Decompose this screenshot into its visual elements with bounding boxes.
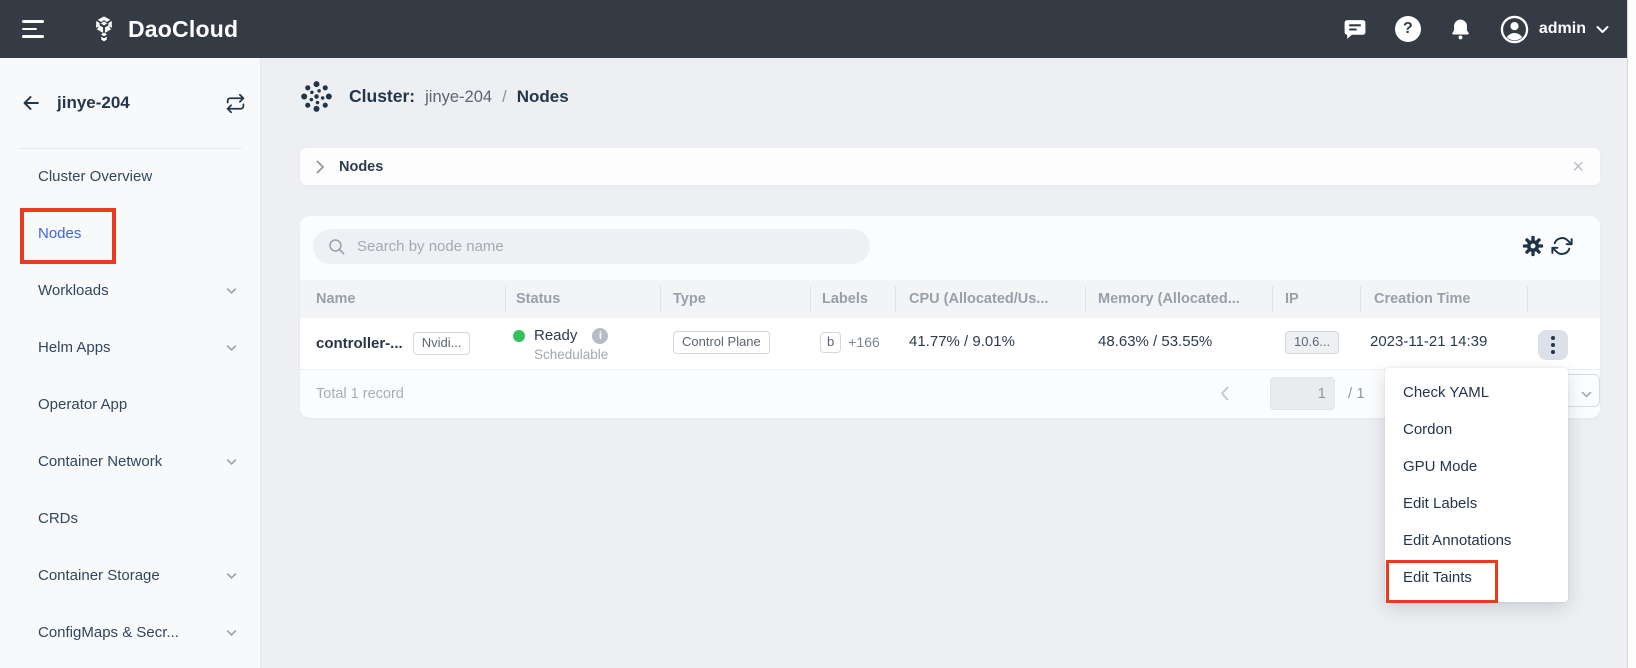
back-arrow-icon[interactable] [20, 92, 42, 114]
sidebar-item-helm-apps[interactable]: Helm Apps [0, 319, 260, 376]
brand[interactable]: DaoCloud [90, 15, 238, 43]
column-header-type[interactable]: Type [673, 280, 706, 318]
search-bar [313, 229, 870, 264]
menu-item-edit-taints[interactable]: Edit Taints [1385, 559, 1568, 596]
menu-item-check-yaml[interactable]: Check YAML [1385, 374, 1568, 411]
column-header-creation-time[interactable]: Creation Time [1374, 280, 1470, 318]
column-header-name[interactable]: Name [316, 280, 356, 318]
sidebar-item-cluster-overview[interactable]: Cluster Overview [0, 148, 260, 205]
username: admin [1539, 20, 1586, 38]
cluster-name: jinye-204 [57, 93, 210, 113]
user-menu[interactable]: admin [1500, 15, 1609, 44]
menu-item-gpu-mode[interactable]: GPU Mode [1385, 448, 1568, 485]
info-icon[interactable]: i [592, 328, 608, 344]
chevron-down-icon [225, 569, 238, 582]
row-actions-menu: Check YAML Cordon GPU Mode Edit Labels E… [1385, 368, 1568, 602]
chevron-down-icon [225, 455, 238, 468]
node-type-tag: Control Plane [673, 331, 770, 354]
table-header: Name Status Type Labels CPU (Allocated/U… [300, 280, 1600, 318]
column-header-ip[interactable]: IP [1285, 280, 1299, 318]
settings-gear-icon[interactable] [1521, 234, 1545, 258]
nodes-collapse-bar[interactable]: Nodes × [300, 148, 1600, 185]
menu-item-cordon[interactable]: Cordon [1385, 411, 1568, 448]
previous-page-icon[interactable] [1220, 386, 1229, 401]
column-header-memory[interactable]: Memory (Allocated... [1098, 280, 1240, 318]
total-records-text: Total 1 record [316, 370, 404, 418]
sidebar-item-crds[interactable]: CRDs [0, 490, 260, 547]
topbar-right: ? admin [1342, 15, 1627, 44]
scrollbar[interactable] [1627, 0, 1636, 668]
avatar-icon [1500, 15, 1529, 44]
column-header-status[interactable]: Status [516, 280, 560, 318]
help-icon[interactable]: ? [1395, 16, 1421, 42]
breadcrumb-current-page: Nodes [517, 87, 569, 107]
sidebar-menu: Cluster Overview Nodes Workloads Helm Ap… [0, 148, 260, 661]
breadcrumb-separator: / [502, 88, 507, 107]
sidebar-item-container-storage[interactable]: Container Storage [0, 547, 260, 604]
sidebar-item-workloads[interactable]: Workloads [0, 262, 260, 319]
chevron-down-icon [1596, 25, 1609, 34]
label-tag: b [820, 332, 841, 353]
chevron-right-icon [316, 160, 325, 174]
brand-name: DaoCloud [128, 16, 238, 43]
topbar: DaoCloud ? [0, 0, 1627, 58]
node-name[interactable]: controller-... [316, 335, 403, 352]
switch-cluster-icon[interactable] [225, 93, 246, 114]
node-ip-tag: 10.6... [1285, 331, 1339, 354]
menu-icon[interactable] [22, 20, 46, 38]
chevron-down-icon [225, 626, 238, 639]
breadcrumb: Cluster: jinye-204 / Nodes [349, 86, 569, 107]
node-memory-cell: 48.63% / 53.55% [1098, 333, 1212, 350]
status-green-dot-icon [513, 330, 525, 342]
chevron-down-icon [225, 284, 238, 297]
notifications-bell-icon[interactable] [1448, 17, 1473, 42]
node-name-cell: controller-... Nvidi... [316, 332, 470, 355]
sidebar-item-operator-app[interactable]: Operator App [0, 376, 260, 433]
schedulable-text: Schedulable [534, 347, 608, 362]
node-creation-time-cell: 2023-11-21 14:39 [1370, 333, 1487, 350]
sidebar-header: jinye-204 [20, 92, 246, 114]
search-icon [327, 237, 346, 256]
sidebar-item-nodes[interactable]: Nodes [0, 205, 260, 262]
daocloud-logo-icon [90, 15, 118, 43]
close-icon[interactable]: × [1572, 157, 1584, 177]
node-type-cell: Control Plane [673, 331, 770, 354]
row-actions-kebab-icon[interactable] [1538, 330, 1568, 360]
chevron-down-icon [225, 341, 238, 354]
cluster-dots-icon [298, 78, 335, 115]
page-header: Cluster: jinye-204 / Nodes [298, 78, 569, 115]
node-name-tag: Nvidi... [413, 332, 471, 355]
sidebar-item-configmaps-secrets[interactable]: ConfigMaps & Secr... [0, 604, 260, 661]
search-input[interactable] [355, 237, 856, 256]
chevron-down-icon [1581, 386, 1592, 404]
labels-more-count[interactable]: +166 [848, 334, 880, 350]
menu-item-edit-annotations[interactable]: Edit Annotations [1385, 522, 1568, 559]
page-number-input[interactable] [1270, 377, 1335, 410]
node-status-cell: Ready i Schedulable [513, 327, 608, 362]
menu-item-edit-labels[interactable]: Edit Labels [1385, 485, 1568, 522]
breadcrumb-prefix: Cluster: [349, 86, 415, 107]
app-root: DaoCloud ? [0, 0, 1636, 668]
table-row[interactable]: controller-... Nvidi... Ready i Schedula… [300, 318, 1600, 370]
page-total-text: / 1 [1348, 370, 1365, 418]
column-header-cpu[interactable]: CPU (Allocated/Us... [909, 280, 1048, 318]
node-labels-cell: b +166 [820, 332, 880, 353]
column-header-labels[interactable]: Labels [822, 280, 868, 318]
collapse-bar-title: Nodes [339, 159, 383, 175]
node-ip-cell: 10.6... [1285, 331, 1339, 354]
chat-icon[interactable] [1342, 17, 1368, 42]
refresh-icon[interactable] [1550, 234, 1574, 258]
status-text: Ready [534, 327, 577, 344]
sidebar: jinye-204 Cluster Overview Nodes Workloa… [0, 58, 261, 668]
sidebar-item-container-network[interactable]: Container Network [0, 433, 260, 490]
breadcrumb-cluster[interactable]: jinye-204 [425, 88, 492, 107]
node-cpu-cell: 41.77% / 9.01% [909, 333, 1015, 350]
